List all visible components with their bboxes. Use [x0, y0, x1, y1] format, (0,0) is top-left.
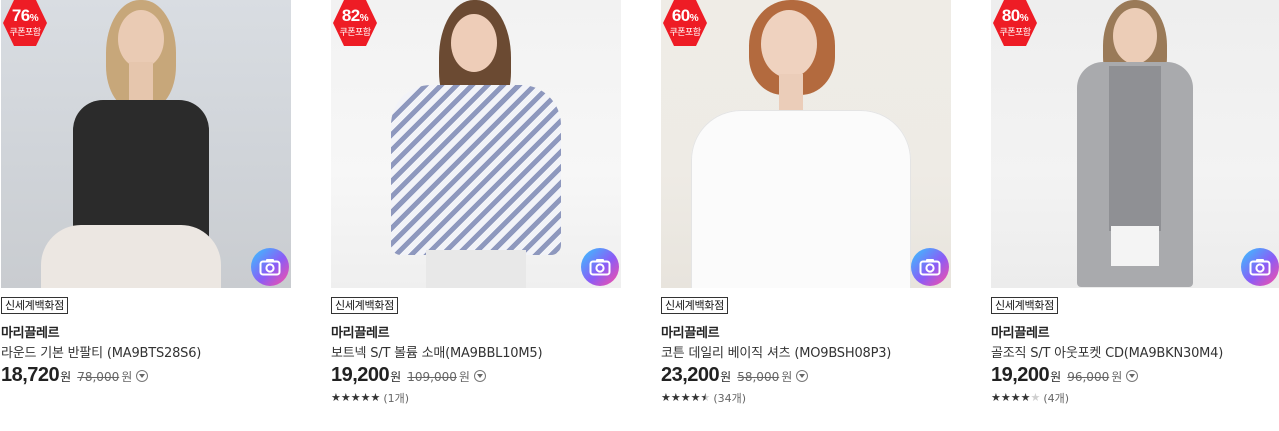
price-row: 18,720 원 78,000 원 — [1, 364, 149, 387]
price-row: 19,200 원 109,000 원 — [331, 364, 486, 387]
price-unit: 원 — [60, 370, 72, 384]
star-icon: ★ — [1030, 391, 1041, 404]
model-gray-top — [1109, 66, 1161, 231]
coupon-included-label: 쿠폰포함 — [669, 27, 701, 37]
model-face — [1113, 8, 1157, 64]
product-card[interactable]: 60% 쿠폰포함 신세계백화점 마리끌레르 코튼 데일리 베이직 셔츠 (MO9… — [661, 0, 951, 431]
star-icon: ★ — [331, 391, 341, 404]
star-icon: ★ — [690, 391, 701, 404]
rating-stars: ★ ★ ★ ★ ★ — [331, 392, 380, 404]
price-info-icon[interactable] — [136, 370, 149, 382]
original-price: 96,000 — [1067, 370, 1110, 384]
review-count: (1개) — [383, 392, 410, 405]
camera-search-button[interactable] — [581, 248, 619, 286]
camera-search-button[interactable] — [911, 248, 949, 286]
model-face — [761, 10, 817, 78]
camera-icon — [589, 259, 611, 276]
review-count: (4개) — [1043, 392, 1070, 405]
model-legs — [41, 225, 221, 288]
store-tag: 신세계백화점 — [661, 297, 728, 314]
star-icon: ★ — [700, 391, 711, 404]
brand-name: 마리끌레르 — [1, 326, 60, 341]
sale-price: 18,720 — [1, 364, 60, 386]
sale-price: 19,200 — [991, 364, 1050, 386]
rating: ★ ★ ★ ★ ★ (4개) — [991, 390, 1069, 406]
coupon-included-label: 쿠폰포함 — [9, 27, 41, 37]
price-unit: 원 — [720, 370, 732, 384]
star-icon: ★ — [661, 391, 671, 404]
price-unit: 원 — [1050, 370, 1062, 384]
review-count: (34개) — [713, 392, 747, 405]
store-tag: 신세계백화점 — [331, 297, 398, 314]
original-price: 58,000 — [737, 370, 780, 384]
coupon-included-label: 쿠폰포함 — [339, 27, 371, 37]
product-name[interactable]: 라운드 기본 반팔티 (MA9BTS28S6) — [1, 342, 201, 361]
product-image[interactable]: 82% 쿠폰포함 — [331, 0, 621, 288]
original-price-unit: 원 — [121, 370, 133, 384]
original-price-unit: 원 — [1111, 370, 1123, 384]
product-image[interactable]: 80% 쿠폰포함 — [991, 0, 1279, 288]
model-shorts — [1111, 226, 1159, 266]
product-card[interactable]: 76% 쿠폰포함 신세계백화점 마리끌레르 라운드 기본 반팔티 (MA9BTS… — [1, 0, 291, 431]
model-neck — [129, 62, 153, 102]
original-price: 78,000 — [77, 370, 120, 384]
original-price-unit: 원 — [458, 370, 470, 384]
rating-stars: ★ ★ ★ ★ ★ — [991, 392, 1040, 404]
store-tag: 신세계백화점 — [991, 297, 1058, 314]
camera-icon — [259, 259, 281, 276]
star-icon: ★ — [991, 391, 1001, 404]
camera-icon — [919, 259, 941, 276]
model-neck — [779, 74, 803, 114]
star-icon: ★ — [340, 391, 351, 404]
original-price: 109,000 — [407, 370, 457, 384]
product-name[interactable]: 골조직 S/T 아웃포켓 CD(MA9BKN30M4) — [991, 342, 1223, 361]
sale-price: 19,200 — [331, 364, 390, 386]
star-icon: ★ — [1020, 391, 1031, 404]
product-image[interactable]: 76% 쿠폰포함 — [1, 0, 291, 288]
product-name[interactable]: 보트넥 S/T 볼륨 소매(MA9BBL10M5) — [331, 342, 543, 361]
product-grid: 76% 쿠폰포함 신세계백화점 마리끌레르 라운드 기본 반팔티 (MA9BTS… — [0, 0, 1279, 431]
coupon-included-label: 쿠폰포함 — [999, 27, 1031, 37]
model-face — [451, 14, 497, 72]
sale-price: 23,200 — [661, 364, 720, 386]
model-white-shirt — [691, 110, 911, 288]
product-image[interactable]: 60% 쿠폰포함 — [661, 0, 951, 288]
star-icon: ★ — [1000, 391, 1011, 404]
rating-stars: ★ ★ ★ ★ ★ — [661, 392, 710, 404]
brand-name: 마리끌레르 — [991, 326, 1050, 341]
price-row: 23,200 원 58,000 원 — [661, 364, 809, 387]
camera-search-button[interactable] — [251, 248, 289, 286]
star-icon: ★ — [350, 391, 361, 404]
brand-name: 마리끌레르 — [331, 326, 390, 341]
original-price-unit: 원 — [781, 370, 793, 384]
price-info-icon[interactable] — [473, 370, 486, 382]
star-icon: ★ — [680, 391, 691, 404]
star-icon: ★ — [370, 391, 381, 404]
product-card[interactable]: 82% 쿠폰포함 신세계백화점 마리끌레르 보트넥 S/T 볼륨 소매(MA9B… — [331, 0, 621, 431]
rating: ★ ★ ★ ★ ★ (1개) — [331, 390, 409, 406]
price-unit: 원 — [390, 370, 402, 384]
product-card[interactable]: 80% 쿠폰포함 신세계백화점 마리끌레르 골조직 S/T 아웃포켓 CD(MA… — [991, 0, 1279, 431]
model-pants — [426, 250, 526, 288]
product-name[interactable]: 코튼 데일리 베이직 셔츠 (MO9BSH08P3) — [661, 342, 891, 361]
rating: ★ ★ ★ ★ ★ (34개) — [661, 390, 746, 406]
camera-icon — [1249, 259, 1271, 276]
price-info-icon[interactable] — [796, 370, 809, 382]
price-info-icon[interactable] — [1126, 370, 1139, 382]
brand-name: 마리끌레르 — [661, 326, 720, 341]
star-icon: ★ — [1010, 391, 1021, 404]
star-icon: ★ — [360, 391, 371, 404]
price-row: 19,200 원 96,000 원 — [991, 364, 1139, 387]
star-icon: ★ — [670, 391, 681, 404]
camera-search-button[interactable] — [1241, 248, 1279, 286]
model-face — [118, 10, 164, 68]
store-tag: 신세계백화점 — [1, 297, 68, 314]
model-striped-blouse — [391, 85, 561, 255]
